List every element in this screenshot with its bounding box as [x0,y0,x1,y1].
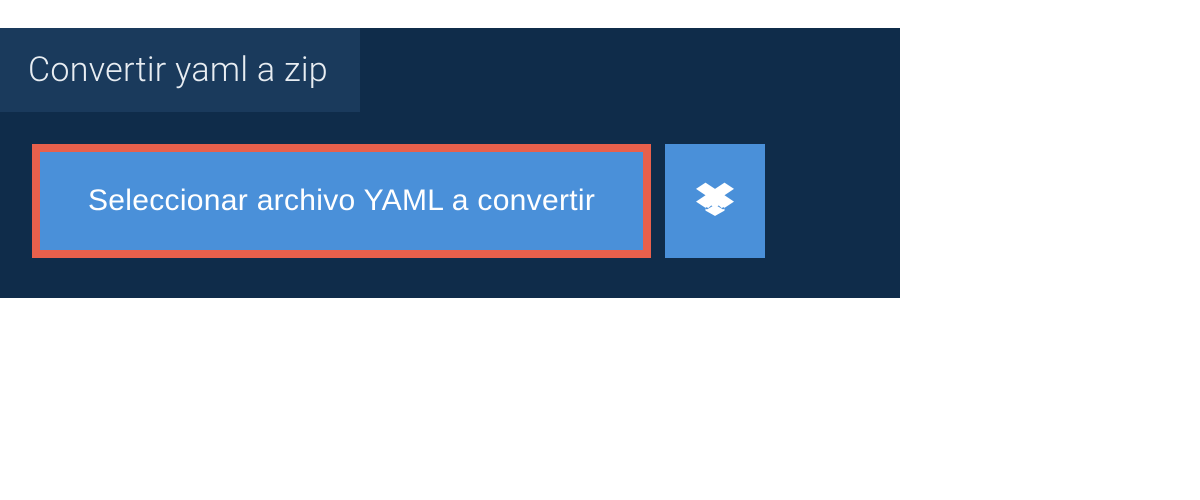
tab-title: Convertir yaml a zip [28,50,328,90]
select-file-label: Seleccionar archivo YAML a convertir [88,184,595,217]
upload-area: Seleccionar archivo YAML a convertir [0,112,900,298]
converter-tab[interactable]: Convertir yaml a zip [0,28,360,112]
converter-panel: Convertir yaml a zip Seleccionar archivo… [0,28,900,298]
select-file-button[interactable]: Seleccionar archivo YAML a convertir [40,152,643,250]
dropbox-icon [696,181,734,222]
dropbox-button[interactable] [665,144,765,258]
select-file-highlight: Seleccionar archivo YAML a convertir [32,144,651,258]
